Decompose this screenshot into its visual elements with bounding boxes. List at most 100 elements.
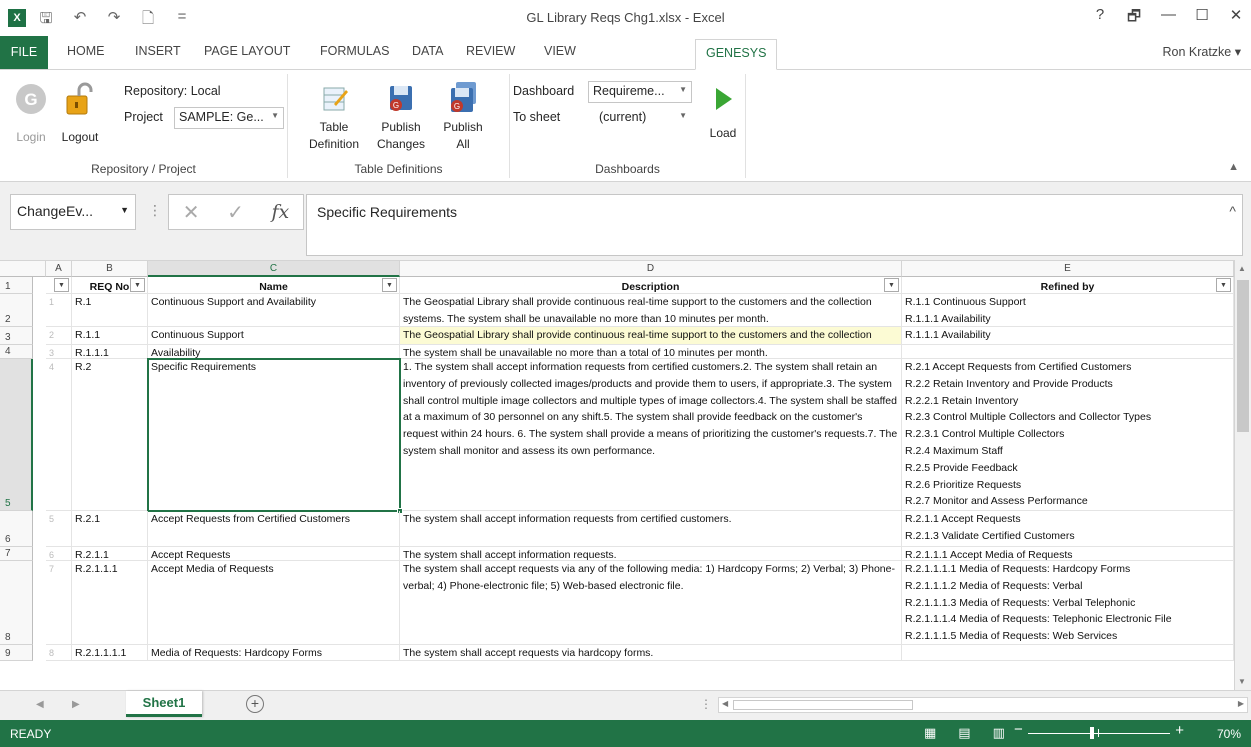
row-header[interactable]: 2 <box>0 294 33 327</box>
table-cell-a[interactable]: 4 <box>46 359 72 511</box>
column-header-c[interactable]: C <box>148 261 400 277</box>
table-cell-e[interactable]: R.1.1 Continuous Support R.1.1.1 Availab… <box>902 294 1234 327</box>
scroll-left-arrow-icon[interactable]: ◀ <box>722 699 728 708</box>
table-cell-a[interactable]: 8 <box>46 645 72 661</box>
next-sheet-icon[interactable]: ▶ <box>72 699 80 710</box>
row-header[interactable]: 6 <box>0 511 33 547</box>
scroll-down-arrow-icon[interactable]: ▼ <box>1238 677 1246 686</box>
active-cell-selection[interactable] <box>147 358 403 514</box>
table-cell-d[interactable]: The Geospatial Library shall provide con… <box>400 327 902 345</box>
row-header[interactable]: 7 <box>0 547 33 561</box>
formula-input[interactable]: Specific Requirements ^ <box>306 194 1243 256</box>
normal-view-icon[interactable]: ▦ <box>924 725 936 741</box>
table-cell-e[interactable]: R.2.1.1 Accept Requests R.2.1.3 Validate… <box>902 511 1234 547</box>
worksheet-grid[interactable]: A B C D E 1 ▼ REQ No ▼ Name ▼ Description ▼ Refi… <box>0 260 1234 690</box>
table-cell-a[interactable]: 5 <box>46 511 72 547</box>
table-cell-a[interactable]: 3 <box>46 345 72 359</box>
table-cell-b[interactable]: R.2.1.1.1.1 <box>72 645 148 661</box>
name-box[interactable]: ChangeEv... ▼ <box>10 194 136 230</box>
table-cell-e[interactable]: R.2.1.1.1.1 Media of Requests: Hardcopy … <box>902 561 1234 645</box>
row-header[interactable]: 9 <box>0 645 33 661</box>
collapse-formula-bar-icon[interactable]: ^ <box>1229 203 1236 219</box>
previous-sheet-icon[interactable]: ◀ <box>36 699 44 710</box>
to-sheet-dropdown[interactable]: (current) ▼ <box>594 107 692 129</box>
publish-changes-button[interactable]: G Publish Changes <box>370 80 432 153</box>
table-cell-a[interactable]: 1 <box>46 294 72 327</box>
row-header[interactable]: 8 <box>0 561 33 645</box>
tab-review[interactable]: REVIEW <box>466 44 515 58</box>
table-cell-d[interactable]: The system shall accept requests via any… <box>400 561 902 645</box>
table-cell-e[interactable]: R.2.1 Accept Requests from Certified Cus… <box>902 359 1234 511</box>
table-cell-b[interactable]: R.2.1 <box>72 511 148 547</box>
table-cell-c[interactable]: Continuous Support and Availability <box>148 294 400 327</box>
zoom-slider[interactable]: − + <box>1014 721 1184 740</box>
table-cell-b[interactable]: R.2 <box>72 359 148 511</box>
table-cell-d[interactable]: The system shall accept information requ… <box>400 547 902 561</box>
table-cell-e[interactable] <box>902 345 1234 359</box>
filter-dropdown-icon[interactable]: ▼ <box>884 278 899 292</box>
logout-button[interactable]: Logout <box>56 82 104 146</box>
load-button[interactable]: Load <box>706 82 740 142</box>
column-header-d[interactable]: D <box>400 261 902 277</box>
row-header[interactable]: 5 <box>0 359 33 511</box>
help-button[interactable]: ? <box>1093 6 1107 31</box>
table-cell-c[interactable]: Accept Media of Requests <box>148 561 400 645</box>
page-layout-view-icon[interactable]: ▤ <box>958 725 970 741</box>
table-cell-c[interactable]: Availability <box>148 345 400 359</box>
tab-genesys[interactable]: GENESYS <box>695 39 778 70</box>
table-cell-e[interactable] <box>902 645 1234 661</box>
table-cell-a[interactable]: 7 <box>46 561 72 645</box>
select-all-corner[interactable] <box>0 261 46 277</box>
column-header-b[interactable]: B <box>72 261 148 277</box>
table-cell-d[interactable]: 1. The system shall accept information r… <box>400 359 902 511</box>
new-sheet-button[interactable]: + <box>246 695 264 713</box>
table-cell-b[interactable]: R.1.1 <box>72 327 148 345</box>
filter-dropdown-icon[interactable]: ▼ <box>54 278 69 292</box>
tab-page-layout[interactable]: PAGE LAYOUT <box>204 44 290 58</box>
table-cell-d[interactable]: The Geospatial Library shall provide con… <box>400 294 902 327</box>
table-cell-c[interactable]: Media of Requests: Hardcopy Forms <box>148 645 400 661</box>
login-button[interactable]: G Login <box>10 82 52 146</box>
tab-insert[interactable]: INSERT <box>135 44 181 58</box>
enter-check-icon[interactable]: ✓ <box>227 200 244 225</box>
tab-home[interactable]: HOME <box>67 44 105 58</box>
maximize-button[interactable]: ☐ <box>1195 6 1209 31</box>
vertical-scroll-thumb[interactable] <box>1237 280 1249 432</box>
table-cell-b[interactable]: R.1.1.1 <box>72 345 148 359</box>
table-cell-c[interactable]: Accept Requests from Certified Customers <box>148 511 400 547</box>
vertical-scrollbar[interactable]: ▲ ▼ <box>1234 260 1251 690</box>
table-cell-a[interactable]: 6 <box>46 547 72 561</box>
table-cell-e[interactable]: R.2.1.1.1 Accept Media of Requests <box>902 547 1234 561</box>
table-cell-b[interactable]: R.2.1.1 <box>72 547 148 561</box>
tab-view[interactable]: VIEW <box>544 44 576 58</box>
zoom-slider-knob[interactable] <box>1090 727 1094 739</box>
table-cell-c[interactable]: Continuous Support <box>148 327 400 345</box>
horizontal-scroll-thumb[interactable] <box>733 700 913 710</box>
table-definition-button[interactable]: Table Definition <box>304 80 364 153</box>
publish-all-button[interactable]: G Publish All <box>438 80 488 153</box>
filter-dropdown-icon[interactable]: ▼ <box>130 278 145 292</box>
scroll-up-arrow-icon[interactable]: ▲ <box>1238 264 1246 273</box>
tab-formulas[interactable]: FORMULAS <box>320 44 389 58</box>
cancel-icon[interactable]: ✕ <box>183 200 200 225</box>
row-header[interactable]: 3 <box>0 327 33 345</box>
table-cell-b[interactable]: R.2.1.1.1 <box>72 561 148 645</box>
zoom-level[interactable]: 70% <box>1217 727 1241 741</box>
zoom-in-icon[interactable]: + <box>1175 722 1184 739</box>
table-cell-d[interactable]: The system shall accept requests via har… <box>400 645 902 661</box>
sheet-tab-sheet1[interactable]: Sheet1 <box>126 691 202 717</box>
table-cell-e[interactable]: R.1.1.1 Availability <box>902 327 1234 345</box>
project-dropdown[interactable]: SAMPLE: Ge... ▼ <box>174 107 284 129</box>
table-cell-a[interactable]: 2 <box>46 327 72 345</box>
tab-file[interactable]: FILE <box>0 36 48 69</box>
scroll-right-arrow-icon[interactable]: ▶ <box>1238 699 1244 708</box>
table-cell-b[interactable]: R.1 <box>72 294 148 327</box>
ribbon-display-options-button[interactable]: 🗗 <box>1127 6 1141 31</box>
column-header-a[interactable]: A <box>46 261 72 277</box>
row-header[interactable]: 1 <box>0 277 33 294</box>
table-cell-d[interactable]: The system shall be unavailable no more … <box>400 345 902 359</box>
tab-data[interactable]: DATA <box>412 44 443 58</box>
table-cell-d[interactable]: The system shall accept information requ… <box>400 511 902 547</box>
user-account[interactable]: Ron Kratzke ▾ <box>1162 44 1241 59</box>
minimize-button[interactable]: — <box>1161 6 1176 31</box>
